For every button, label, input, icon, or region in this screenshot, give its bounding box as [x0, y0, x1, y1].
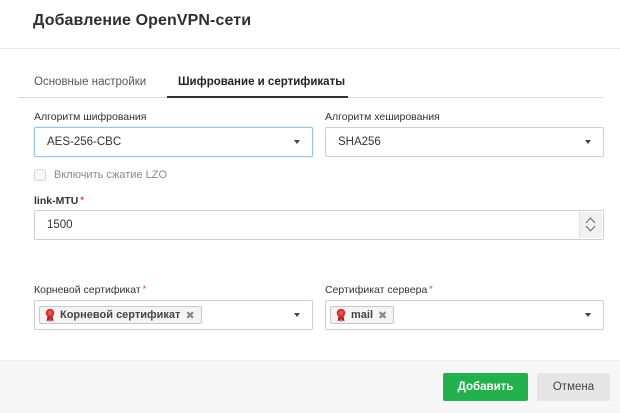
caret-down-icon	[585, 140, 591, 144]
root-certificate-select[interactable]: Корневой сертификат ✖	[34, 300, 313, 330]
tab-basic-settings[interactable]: Основные настройки	[34, 76, 146, 88]
required-asterisk: *	[80, 195, 84, 205]
dialog-title: Добавление OpenVPN-сети	[33, 12, 252, 29]
encryption-algorithm-value: AES-256-CBC	[47, 136, 122, 148]
caret-down-icon	[294, 313, 300, 317]
root-certificate-tag: Корневой сертификат ✖	[39, 306, 202, 324]
lzo-compression-checkbox[interactable]	[34, 169, 46, 181]
number-spinner	[579, 212, 602, 238]
encryption-algorithm-select[interactable]: AES-256-CBC	[34, 127, 313, 157]
server-certificate-tag-label: mail	[351, 309, 374, 321]
hash-algorithm-value: SHA256	[338, 136, 381, 148]
add-button[interactable]: Добавить	[443, 373, 528, 401]
required-asterisk: *	[429, 284, 433, 294]
remove-tag-icon[interactable]: ✖	[185, 309, 194, 322]
remove-tag-icon[interactable]: ✖	[378, 309, 387, 322]
server-certificate-select[interactable]: mail ✖	[325, 300, 604, 330]
hash-algorithm-select[interactable]: SHA256	[325, 127, 604, 157]
certificate-ribbon-icon	[336, 308, 346, 322]
root-certificate-label-text: Корневой сертификат	[34, 284, 141, 296]
link-mtu-label: link-MTU *	[34, 195, 84, 207]
server-certificate-label-text: Сертификат сервера	[325, 284, 428, 296]
header-divider	[0, 48, 620, 49]
required-asterisk: *	[142, 284, 147, 294]
server-certificate-tag: mail ✖	[330, 306, 395, 324]
lzo-compression-label: Включить сжатие LZO	[54, 169, 168, 181]
active-tab-indicator	[167, 96, 348, 98]
root-certificate-label: Корневой сертификат *	[34, 284, 146, 296]
certificate-ribbon-icon	[45, 308, 55, 322]
tab-encryption-certificates[interactable]: Шифрование и сертификаты	[178, 76, 345, 88]
link-mtu-label-text: link-MTU	[34, 195, 79, 207]
caret-down-icon	[585, 313, 591, 317]
link-mtu-value: 1500	[47, 219, 73, 231]
cancel-button[interactable]: Отмена	[537, 373, 610, 401]
encryption-algorithm-label: Алгоритм шифрования	[34, 111, 147, 123]
root-certificate-tag-label: Корневой сертификат	[60, 309, 181, 321]
hash-algorithm-label: Алгоритм хеширования	[325, 111, 440, 123]
link-mtu-input[interactable]: 1500	[34, 210, 604, 240]
caret-down-icon	[294, 140, 300, 144]
server-certificate-label: Сертификат сервера *	[325, 284, 433, 296]
